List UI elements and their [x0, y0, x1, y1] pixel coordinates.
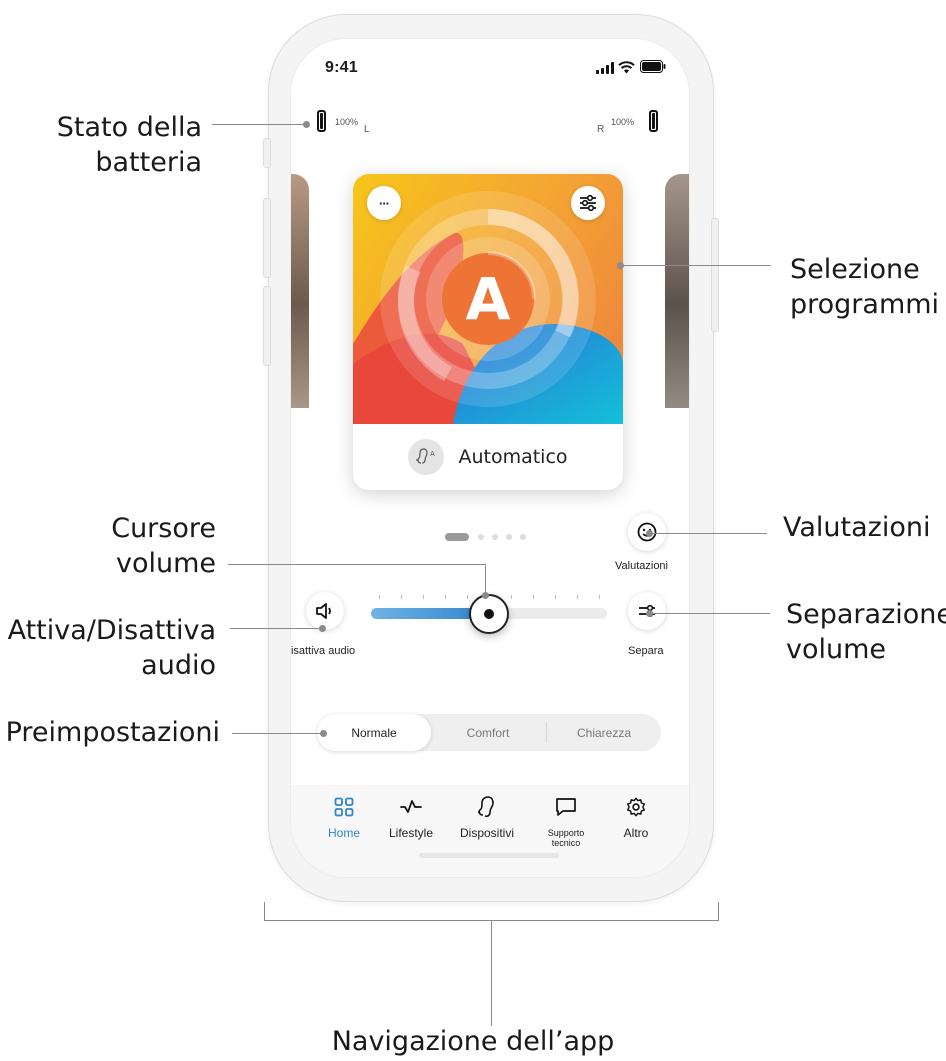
- home-grid-icon: [334, 797, 354, 817]
- leader-line: [212, 124, 307, 125]
- mute-label: Disattiva audio: [290, 645, 356, 657]
- callout-navigation: Navigazione dell’app: [331, 1026, 615, 1057]
- nav-home[interactable]: Home: [309, 795, 379, 839]
- callout-mute: Attiva/Disattiva audio: [7, 615, 216, 681]
- leader-dot: [319, 625, 326, 632]
- more-dots-icon: ···: [379, 195, 390, 211]
- program-name-row: A Automatico: [353, 424, 623, 490]
- leader-line: [485, 564, 486, 594]
- preset-label: Comfort: [466, 725, 510, 740]
- callout-programs: Selezione programmi: [790, 254, 940, 320]
- svg-text:A: A: [430, 450, 435, 458]
- preset-normale[interactable]: Normale: [317, 714, 431, 751]
- hearing-aid-icon: [478, 796, 494, 818]
- status-time: 9:41: [325, 59, 358, 76]
- leader-line: [621, 265, 771, 266]
- volume-tick: [511, 595, 512, 599]
- automatic-program-icon: A: [408, 439, 445, 475]
- right-battery-icon: [649, 110, 658, 132]
- leader-line: [232, 733, 324, 734]
- split-volume-label: Separa: [628, 645, 664, 657]
- program-menu-button[interactable]: ···: [367, 186, 401, 220]
- leader-dot: [482, 592, 489, 599]
- right-side-label: R: [597, 124, 605, 135]
- bottom-navigation: Home Lifestyle Dispositivi Supporto tecn…: [291, 785, 689, 877]
- volume-slider-thumb[interactable]: [469, 594, 509, 634]
- leader-line: [228, 564, 485, 565]
- home-indicator[interactable]: [419, 853, 559, 858]
- wifi-icon: [618, 61, 635, 74]
- bracket-line: [718, 902, 719, 920]
- leader-dot: [617, 262, 624, 269]
- presets-control: Normale Comfort Chiarezza: [317, 714, 661, 751]
- chat-icon: [556, 798, 576, 816]
- volume-tick: [401, 595, 402, 599]
- volume-tick: [555, 595, 556, 599]
- phone-side-button: [263, 286, 271, 366]
- leader-dot: [320, 730, 327, 737]
- nav-more-label: Altro: [623, 826, 649, 840]
- volume-tick: [599, 595, 600, 599]
- callout-battery: Stato della batteria: [56, 112, 202, 178]
- preset-label: Chiarezza: [576, 725, 632, 740]
- nav-support-label: Supporto tecnico: [547, 828, 585, 848]
- leader-line: [650, 533, 767, 534]
- phone-side-button: [263, 198, 271, 278]
- callout-split-volume: Separazione volume: [786, 599, 946, 665]
- app-screen: 9:41 100% L R 100% A ··· A Automatico Va…: [290, 38, 690, 878]
- page-dot-active[interactable]: [445, 533, 469, 541]
- page-dot[interactable]: [492, 534, 498, 540]
- phone-battery-icon: [640, 60, 666, 73]
- bracket-line: [264, 902, 265, 920]
- next-program-card[interactable]: [665, 174, 689, 464]
- nav-home-label: Home: [327, 826, 360, 840]
- ratings-label: Valutazioni: [615, 560, 668, 572]
- phone-side-button: [711, 218, 719, 332]
- volume-tick: [423, 595, 424, 599]
- volume-tick: [467, 595, 468, 599]
- volume-tick: [533, 595, 534, 599]
- phone-side-button: [263, 138, 271, 168]
- left-battery-percent: 100%: [335, 117, 359, 127]
- leader-dot: [646, 530, 653, 537]
- bracket-line: [491, 920, 492, 1026]
- speaker-icon: [316, 603, 331, 619]
- preset-label: Normale: [351, 725, 397, 740]
- left-side-label: L: [364, 124, 370, 135]
- page-dot[interactable]: [520, 534, 526, 540]
- leader-dot: [303, 121, 310, 128]
- nav-devices-label: Dispositivi: [459, 826, 514, 840]
- nav-lifestyle-label: Lifestyle: [388, 826, 434, 840]
- leader-line: [230, 628, 324, 629]
- right-battery-percent: 100%: [611, 117, 635, 127]
- leader-dot: [646, 610, 653, 617]
- volume-tick: [379, 595, 380, 599]
- callout-presets: Preimpostazioni: [5, 717, 220, 748]
- activity-icon: [400, 800, 422, 813]
- nav-devices[interactable]: Dispositivi: [452, 795, 522, 839]
- program-card[interactable]: A ··· A Automatico: [353, 174, 623, 490]
- preset-chiarezza[interactable]: Chiarezza: [547, 714, 661, 751]
- callout-ratings: Valutazioni: [783, 512, 931, 543]
- cellular-signal-icon: [596, 62, 614, 74]
- left-battery-icon: [317, 110, 326, 132]
- previous-program-card[interactable]: [291, 174, 309, 464]
- volume-tick: [577, 595, 578, 599]
- nav-more[interactable]: Altro: [601, 795, 671, 839]
- gear-icon: [627, 797, 645, 817]
- volume-tick: [445, 595, 446, 599]
- page-dot[interactable]: [478, 534, 484, 540]
- program-name: Automatico: [458, 446, 568, 468]
- callout-volume-slider: Cursore volume: [111, 513, 216, 579]
- mute-button[interactable]: [306, 592, 344, 630]
- nav-lifestyle[interactable]: Lifestyle: [376, 795, 446, 839]
- sliders-icon: [580, 195, 596, 211]
- leader-line: [650, 613, 770, 614]
- program-letter: A: [466, 265, 511, 333]
- program-settings-button[interactable]: [571, 186, 605, 220]
- preset-comfort[interactable]: Comfort: [431, 714, 545, 751]
- page-dot[interactable]: [506, 534, 512, 540]
- nav-support[interactable]: Supporto tecnico: [531, 795, 601, 848]
